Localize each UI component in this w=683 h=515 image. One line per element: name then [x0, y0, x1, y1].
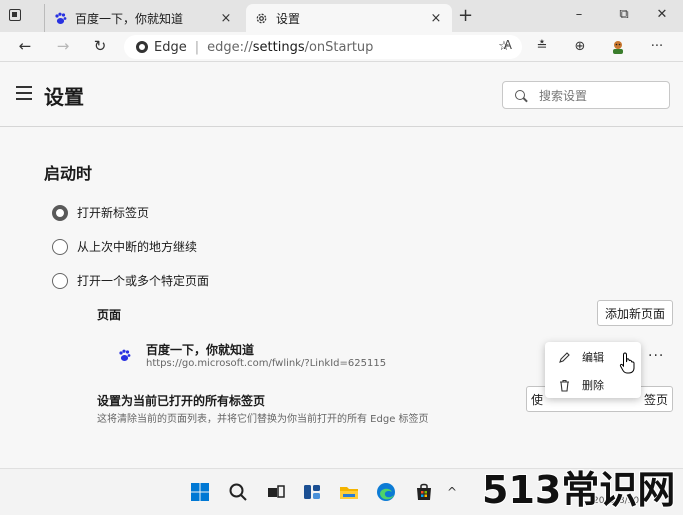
- tab-close-button[interactable]: ×: [426, 11, 446, 26]
- radio-new-tab[interactable]: 打开新标签页: [52, 204, 149, 221]
- page-title-text: 百度一下，你就知道: [146, 343, 255, 357]
- radio-label: 打开一个或多个特定页面: [77, 274, 210, 288]
- page-url-text: https://go.microsoft.com/fwlink/?LinkId=…: [146, 358, 387, 369]
- windows-start-icon[interactable]: [190, 482, 210, 502]
- tab-baidu[interactable]: 百度一下，你就知道 ×: [44, 4, 242, 32]
- radio-continue[interactable]: 从上次中断的地方继续: [52, 238, 197, 255]
- button-label-left: 使: [531, 392, 544, 407]
- menu-item-label: 删除: [582, 379, 604, 392]
- radio-label: 从上次中断的地方继续: [77, 240, 198, 254]
- add-page-button[interactable]: 添加新页面: [597, 300, 673, 326]
- file-explorer-icon[interactable]: [339, 482, 359, 502]
- tab-actions-icon[interactable]: [9, 9, 21, 21]
- store-icon[interactable]: [414, 482, 434, 502]
- back-button[interactable]: ←: [15, 37, 35, 55]
- search-input[interactable]: 搜索设置: [502, 81, 670, 109]
- gear-icon: [254, 11, 268, 25]
- minimize-button[interactable]: –: [569, 7, 589, 22]
- button-label-right: 签页: [643, 392, 668, 407]
- new-tab-button[interactable]: +: [458, 5, 473, 26]
- edge-icon[interactable]: [376, 482, 396, 502]
- use-current-title: 设置为当前已打开的所有标签页: [97, 394, 266, 408]
- search-icon: [515, 90, 525, 100]
- address-bar[interactable]: Edge | edge://settings/onStartup A: [124, 35, 522, 59]
- tray-chevron-icon[interactable]: ^: [447, 485, 457, 499]
- close-window-button[interactable]: ✕: [652, 7, 672, 22]
- radio-label: 打开新标签页: [77, 206, 150, 220]
- address-brand: Edge: [154, 39, 187, 55]
- tab-title: 设置: [276, 11, 301, 26]
- more-icon[interactable]: ···: [648, 39, 666, 55]
- radio-button[interactable]: [52, 238, 68, 255]
- baidu-paw-icon: [118, 347, 132, 361]
- use-current-description: 这将清除当前的页面列表，并将它们替换为你当前打开的所有 Edge 标签页: [97, 414, 429, 425]
- task-view-icon[interactable]: [266, 482, 286, 502]
- forward-button[interactable]: →: [53, 37, 73, 55]
- tab-close-button[interactable]: ×: [216, 11, 236, 26]
- search-placeholder: 搜索设置: [539, 88, 588, 103]
- favorites-icon[interactable]: ≛: [533, 39, 551, 55]
- profile-icon[interactable]: [609, 39, 627, 55]
- trash-icon: [557, 378, 571, 392]
- address-toolbar: ← → ↻ Edge | edge://settings/onStartup A…: [0, 32, 683, 62]
- baidu-paw-icon: [53, 11, 67, 25]
- restore-button[interactable]: ⧉: [614, 7, 634, 22]
- tab-strip: 百度一下，你就知道 × 设置 × + – ⧉ ✕: [0, 0, 683, 32]
- tab-title: 百度一下，你就知道: [75, 11, 184, 26]
- section-title: 启动时: [44, 164, 93, 183]
- radio-button[interactable]: [52, 272, 68, 289]
- refresh-button[interactable]: ↻: [90, 37, 110, 55]
- edge-logo-icon: [136, 41, 148, 53]
- favorites-add-icon[interactable]: ☆: [495, 39, 513, 55]
- hand-cursor-icon: [619, 352, 637, 378]
- settings-content: 启动时 打开新标签页 从上次中断的地方继续 打开一个或多个特定页面 页面 添加新…: [0, 128, 683, 468]
- address-separator: |: [194, 39, 200, 55]
- menu-item-label: 编辑: [582, 351, 604, 364]
- watermark-text: 513常识网: [481, 467, 676, 513]
- widgets-icon[interactable]: [302, 482, 322, 502]
- collections-icon[interactable]: ⊕: [571, 39, 589, 55]
- radio-button-checked[interactable]: [52, 204, 68, 221]
- page-more-button[interactable]: ···: [648, 348, 664, 364]
- page-title: 设置: [44, 85, 84, 109]
- menu-icon[interactable]: [16, 86, 32, 104]
- settings-header: 设置 搜索设置: [0, 63, 683, 127]
- address-url: edge://settings/onStartup: [207, 39, 374, 55]
- search-icon[interactable]: [228, 482, 248, 502]
- tab-settings[interactable]: 设置 ×: [246, 4, 452, 32]
- browser-window: 百度一下，你就知道 × 设置 × + – ⧉ ✕ ← → ↻ Edge | ed…: [0, 0, 683, 515]
- pencil-icon: [557, 350, 571, 364]
- radio-specific-pages[interactable]: 打开一个或多个特定页面: [52, 272, 209, 289]
- pages-label: 页面: [97, 308, 122, 322]
